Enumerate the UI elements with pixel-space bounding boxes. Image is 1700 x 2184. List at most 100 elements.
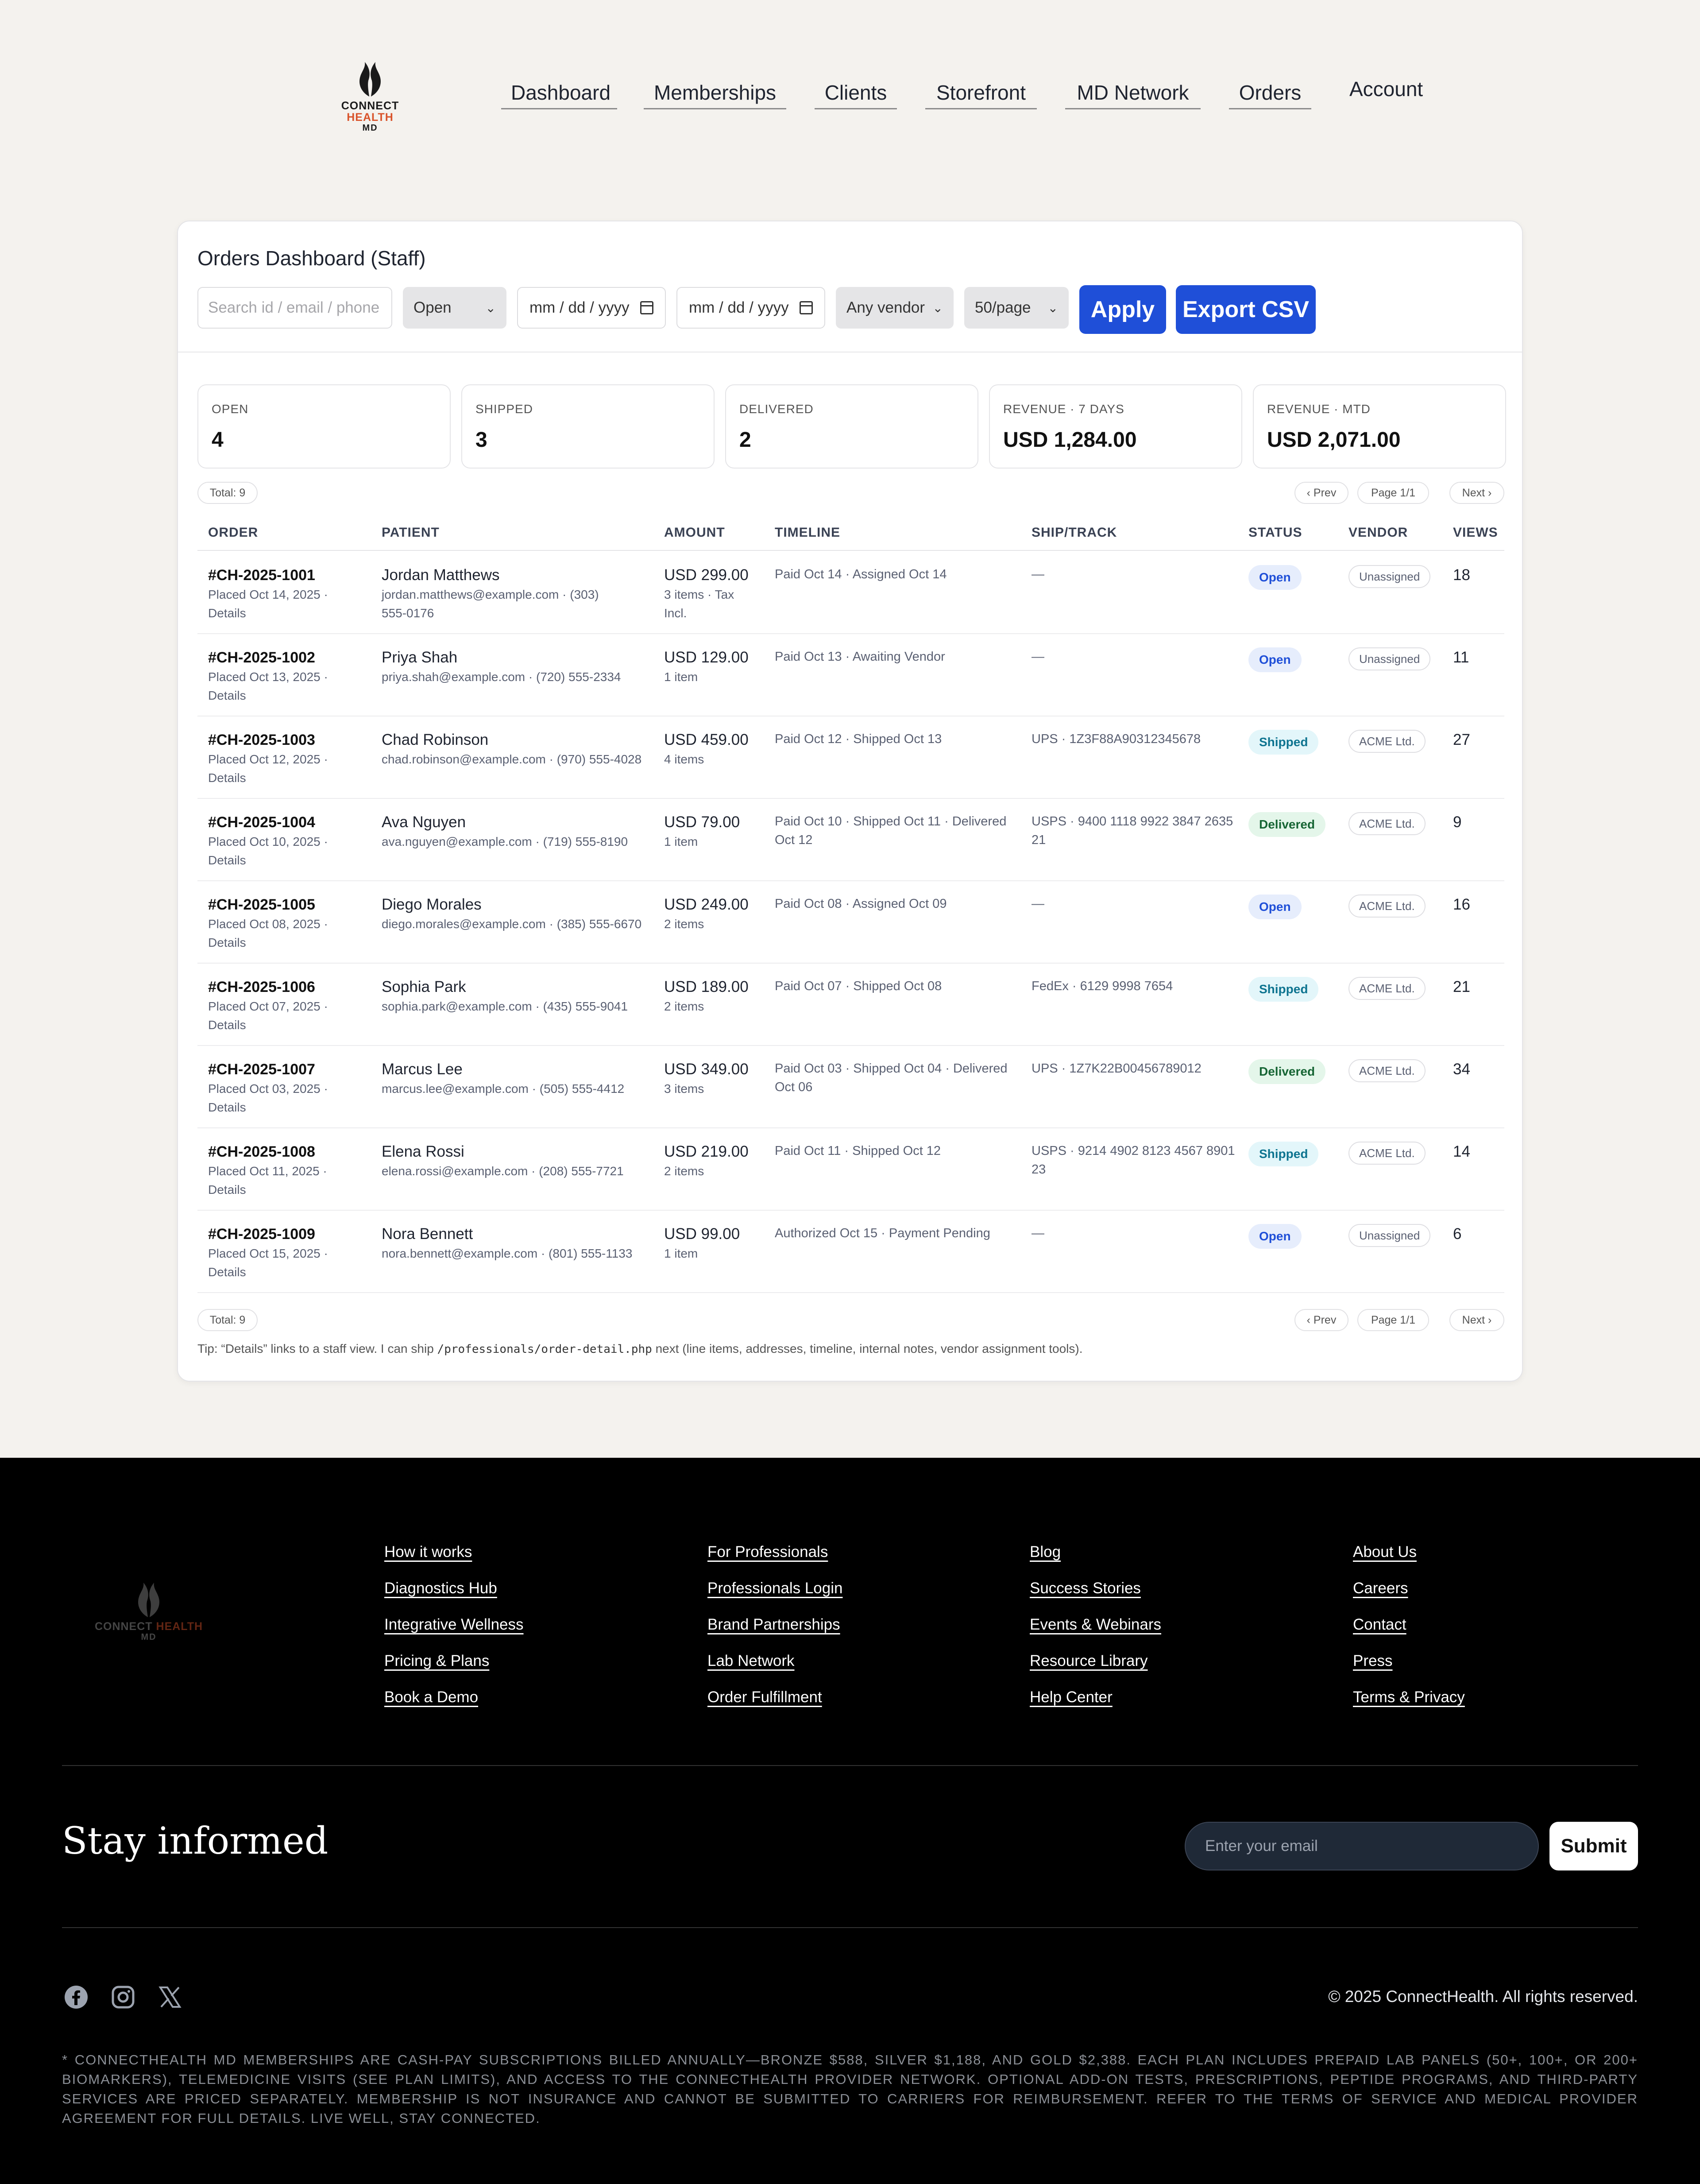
export-csv-button[interactable]: Export CSV [1176,285,1316,334]
date-from-input[interactable]: mm / dd / yyyy [517,287,666,329]
next-page-button[interactable]: Next › [1449,1309,1504,1331]
footer-column-3: Blog Success Stories Events & Webinars R… [1030,1534,1161,1715]
status-select[interactable]: Open ⌄ [403,287,506,329]
order-details-link[interactable]: Details [208,851,336,870]
vendor-select-value: Any vendor [846,299,925,316]
footer-link[interactable]: Order Fulfillment [707,1679,842,1715]
status-badge: Shipped [1248,1142,1319,1166]
table-row[interactable]: #CH-2025-1004 Placed Oct 10, 2025 · Deta… [197,799,1504,881]
nav-orders[interactable]: Orders [1229,81,1311,109]
table-row[interactable]: #CH-2025-1007 Placed Oct 03, 2025 · Deta… [197,1046,1504,1128]
footer-link[interactable]: Brand Partnerships [707,1607,842,1643]
table-row[interactable]: #CH-2025-1009 Placed Oct 15, 2025 · Deta… [197,1211,1504,1293]
col-amount[interactable]: AMOUNT [664,525,725,540]
order-timeline: Oct 12 [775,833,813,847]
apply-button[interactable]: Apply [1079,285,1166,334]
stat-label: DELIVERED [739,402,814,416]
nav-storefront[interactable]: Storefront [925,81,1037,109]
order-timeline: Authorized Oct 15 · Payment Pending [775,1226,990,1240]
table-row[interactable]: #CH-2025-1003 Placed Oct 12, 2025 · Deta… [197,716,1504,799]
footer-link[interactable]: Contact [1353,1607,1465,1643]
chevron-down-icon: ⌄ [1047,301,1058,315]
newsletter-email-input[interactable] [1185,1822,1539,1870]
facebook-icon[interactable] [64,1985,89,2010]
order-details-link[interactable]: Details [208,1181,336,1199]
footer-column-2: For Professionals Professionals Login Br… [707,1534,842,1715]
stat-shipped: SHIPPED 3 [461,384,715,469]
footer-link[interactable]: Diagnostics Hub [384,1570,524,1607]
nav-account[interactable]: Account [1340,78,1432,105]
order-placed-date: Placed Oct 11, 2025 · [208,1164,327,1178]
table-row[interactable]: #CH-2025-1005 Placed Oct 08, 2025 · Deta… [197,881,1504,964]
ship-track-cell: UPS · 1Z7K22B00456789012 [1032,1059,1240,1078]
footer-link[interactable]: Pricing & Plans [384,1643,524,1679]
brand-sub: MD [141,1632,157,1642]
date-to-input[interactable]: mm / dd / yyyy [676,287,825,329]
order-items: 1 item [664,1247,698,1260]
page-size-select[interactable]: 50/page ⌄ [964,287,1069,329]
brand-logo[interactable]: CONNECT HEALTH MD [317,61,423,133]
order-details-link[interactable]: Details [208,1263,336,1282]
footer-link[interactable]: Lab Network [707,1643,842,1679]
footer-link[interactable]: Book a Demo [384,1679,524,1715]
timeline-cell: Paid Oct 10 · Shipped Oct 11 · Delivered… [775,812,1023,849]
col-status[interactable]: STATUS [1248,525,1302,540]
next-page-button[interactable]: Next › [1449,482,1504,504]
footer-link[interactable]: Blog [1030,1534,1161,1570]
nav-clients[interactable]: Clients [815,81,897,109]
col-timeline[interactable]: TIMELINE [775,525,840,540]
footer-column-1: How it works Diagnostics Hub Integrative… [384,1534,524,1715]
col-vendor[interactable]: VENDOR [1348,525,1408,540]
col-views[interactable]: VIEWS [1453,525,1498,540]
order-details-link[interactable]: Details [208,686,336,705]
view-count: 27 [1453,731,1470,748]
table-row[interactable]: #CH-2025-1008 Placed Oct 11, 2025 · Deta… [197,1128,1504,1211]
nav-memberships[interactable]: Memberships [644,81,786,109]
patient-cell: Jordan Matthews jordan.matthews@example.… [382,565,647,623]
stat-label: REVENUE · MTD [1267,402,1371,416]
footer-link[interactable]: Success Stories [1030,1570,1161,1607]
footer-link[interactable]: Press [1353,1643,1465,1679]
page-indicator: Page 1/1 [1357,482,1429,504]
vendor-select[interactable]: Any vendor ⌄ [836,287,954,329]
stat-label: SHIPPED [475,402,533,416]
prev-page-button[interactable]: ‹ Prev [1294,482,1348,504]
table-row[interactable]: #CH-2025-1006 Placed Oct 07, 2025 · Deta… [197,964,1504,1046]
footer-link[interactable]: Terms & Privacy [1353,1679,1465,1715]
footer-link[interactable]: Integrative Wellness [384,1607,524,1643]
table-row[interactable]: #CH-2025-1002 Placed Oct 13, 2025 · Deta… [197,634,1504,716]
prev-page-button[interactable]: ‹ Prev [1294,1309,1348,1331]
footer-link[interactable]: For Professionals [707,1534,842,1570]
col-ship-track[interactable]: SHIP/TRACK [1032,525,1117,540]
order-details-link[interactable]: Details [208,933,336,952]
order-details-link[interactable]: Details [208,604,336,623]
stat-label: OPEN [212,402,249,416]
nav-dashboard[interactable]: Dashboard [501,81,617,109]
order-details-link[interactable]: Details [208,1098,336,1117]
footer-logo[interactable]: CONNECT HEALTH MD [87,1582,211,1642]
newsletter-submit-button[interactable]: Submit [1549,1822,1638,1870]
stat-value: 3 [475,428,487,452]
footer-link[interactable]: Careers [1353,1570,1465,1607]
calendar-icon[interactable] [800,301,813,314]
x-icon[interactable] [158,1985,182,2010]
col-patient[interactable]: PATIENT [382,525,440,540]
table-row[interactable]: #CH-2025-1001 Placed Oct 14, 2025 · Deta… [197,552,1504,634]
nav-md-network[interactable]: MD Network [1065,81,1201,109]
footer-link[interactable]: Events & Webinars [1030,1607,1161,1643]
order-amount: USD 249.00 [664,896,749,913]
total-count-badge: Total: 9 [197,482,258,504]
col-order[interactable]: ORDER [208,525,258,540]
order-details-link[interactable]: Details [208,769,336,787]
footer-link[interactable]: How it works [384,1534,524,1570]
order-details-link[interactable]: Details [208,1016,336,1034]
footer-link[interactable]: Professionals Login [707,1570,842,1607]
footer-link[interactable]: Resource Library [1030,1643,1161,1679]
status-badge: Open [1248,1224,1302,1249]
patient-contact: elena.rossi@example.com · (208) 555-7721 [382,1164,624,1178]
footer-link[interactable]: About Us [1353,1534,1465,1570]
calendar-icon[interactable] [640,301,653,314]
footer-link[interactable]: Help Center [1030,1679,1161,1715]
instagram-icon[interactable] [111,1985,135,2010]
search-input[interactable] [197,287,392,329]
